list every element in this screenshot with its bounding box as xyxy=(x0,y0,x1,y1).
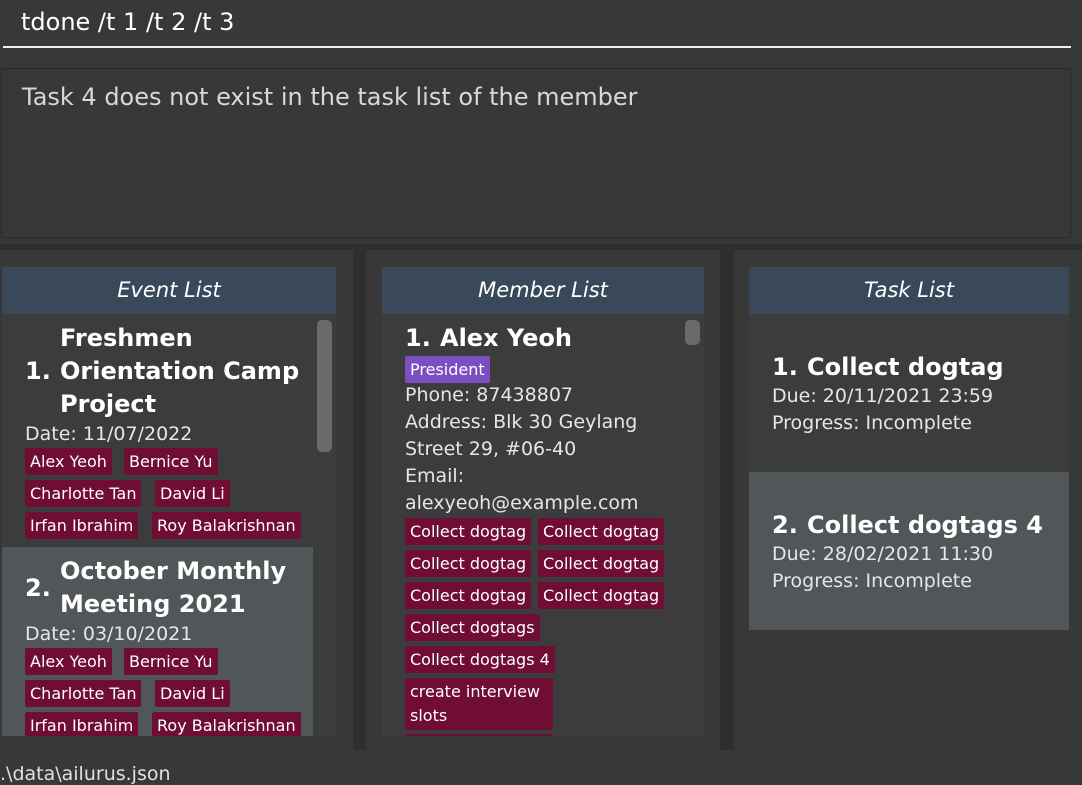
member-list[interactable]: 1. Alex Yeoh President Phone: 87438807 A… xyxy=(382,314,681,736)
task-list-header: Task List xyxy=(749,267,1069,314)
panel-divider xyxy=(720,250,734,750)
task-name: Collect dogtags 4 xyxy=(807,511,1043,539)
save-file-path: .\data\ailurus.json xyxy=(0,763,171,785)
task-tag: Collect dogtag xyxy=(538,518,665,545)
event-title-line: October Monthly xyxy=(60,557,287,585)
panel-divider xyxy=(353,250,366,750)
member-tag: Roy Balakrishnan xyxy=(152,512,301,539)
role-tag: President xyxy=(405,356,490,383)
task-tag: Collect dogtag xyxy=(405,582,532,609)
member-tag: Irfan Ibrahim xyxy=(25,712,139,736)
member-scrollbar[interactable] xyxy=(681,314,704,736)
event-list-panel: Event List 1. Freshmen Orientation Camp … xyxy=(0,250,353,750)
task-tag xyxy=(405,734,553,736)
command-input[interactable]: tdone /t 1 /t 2 /t 3 xyxy=(3,0,1071,48)
member-phone: Phone: 87438807 xyxy=(405,384,574,406)
task-tag: create interview slots xyxy=(405,678,553,730)
status-bar: .\data\ailurus.json xyxy=(0,750,1082,785)
member-tag: Bernice Yu xyxy=(124,648,218,675)
task-card[interactable]: 2. Collect dogtags 4 Due: 28/02/2021 11:… xyxy=(749,472,1069,630)
event-date: Date: 11/07/2022 xyxy=(25,423,193,445)
result-display: Task 4 does not exist in the task list o… xyxy=(1,68,1071,238)
command-box: tdone /t 1 /t 2 /t 3 xyxy=(0,0,1082,62)
member-tag: Bernice Yu xyxy=(124,448,218,475)
event-index: 2. xyxy=(25,574,51,602)
event-title-line: Project xyxy=(60,390,157,418)
task-tag: Collect dogtag xyxy=(405,518,532,545)
member-index: 1. xyxy=(405,324,431,352)
task-progress: Progress: Incomplete xyxy=(772,570,972,592)
event-list[interactable]: 1. Freshmen Orientation Camp Project Dat… xyxy=(2,314,336,736)
member-tag: Roy Balakrishnan xyxy=(152,712,301,736)
task-name: Collect dogtag xyxy=(807,353,1004,381)
member-tag: Irfan Ibrahim xyxy=(25,512,139,539)
task-tag: Collect dogtag xyxy=(538,550,665,577)
task-index: 1. xyxy=(772,353,798,381)
event-list-header: Event List xyxy=(2,267,336,314)
event-card[interactable]: 2. October Monthly Meeting 2021 Date: 03… xyxy=(2,547,313,736)
member-name: Alex Yeoh xyxy=(440,324,572,352)
event-scrollbar-thumb[interactable] xyxy=(317,320,332,452)
event-index: 1. xyxy=(25,357,51,385)
member-card[interactable]: 1. Alex Yeoh President Phone: 87438807 A… xyxy=(382,314,681,736)
event-date: Date: 03/10/2021 xyxy=(25,623,193,645)
event-title-line: Freshmen xyxy=(60,324,193,352)
member-email-label: Email: xyxy=(405,465,465,487)
task-list-panel: Task List 1. Collect dogtag Due: 20/11/2… xyxy=(734,250,1082,750)
member-address: Address: Blk 30 Geylang xyxy=(405,411,638,433)
task-due: Due: 20/11/2021 23:59 xyxy=(772,385,994,407)
event-scrollbar[interactable] xyxy=(313,314,336,736)
task-tag: Collect dogtags 4 xyxy=(405,646,555,673)
member-tag: Charlotte Tan xyxy=(25,480,142,507)
result-message: Task 4 does not exist in the task list o… xyxy=(22,83,638,111)
member-tag: David Li xyxy=(155,680,230,707)
event-title-line: Meeting 2021 xyxy=(60,590,246,618)
member-tag: Charlotte Tan xyxy=(25,680,142,707)
task-card[interactable]: 1. Collect dogtag Due: 20/11/2021 23:59 … xyxy=(749,314,1069,472)
task-tag: Collect dogtags xyxy=(405,614,540,641)
task-tag: Collect dogtag xyxy=(405,550,532,577)
event-card[interactable]: 1. Freshmen Orientation Camp Project Dat… xyxy=(2,314,313,547)
member-address: Street 29, #06-40 xyxy=(405,438,577,460)
member-list-header: Member List xyxy=(382,267,704,314)
member-tag: Alex Yeoh xyxy=(25,448,112,475)
event-title-line: Orientation Camp xyxy=(60,357,300,385)
member-scrollbar-thumb[interactable] xyxy=(685,320,700,345)
member-tag: David Li xyxy=(155,480,230,507)
member-list-panel: Member List 1. Alex Yeoh President Phone… xyxy=(366,250,720,750)
task-list[interactable]: 1. Collect dogtag Due: 20/11/2021 23:59 … xyxy=(749,314,1069,630)
task-due: Due: 28/02/2021 11:30 xyxy=(772,543,994,565)
task-tag: Collect dogtag xyxy=(538,582,665,609)
task-index: 2. xyxy=(772,511,798,539)
task-progress: Progress: Incomplete xyxy=(772,412,972,434)
member-tag: Alex Yeoh xyxy=(25,648,112,675)
member-email: alexyeoh@example.com xyxy=(405,492,639,514)
